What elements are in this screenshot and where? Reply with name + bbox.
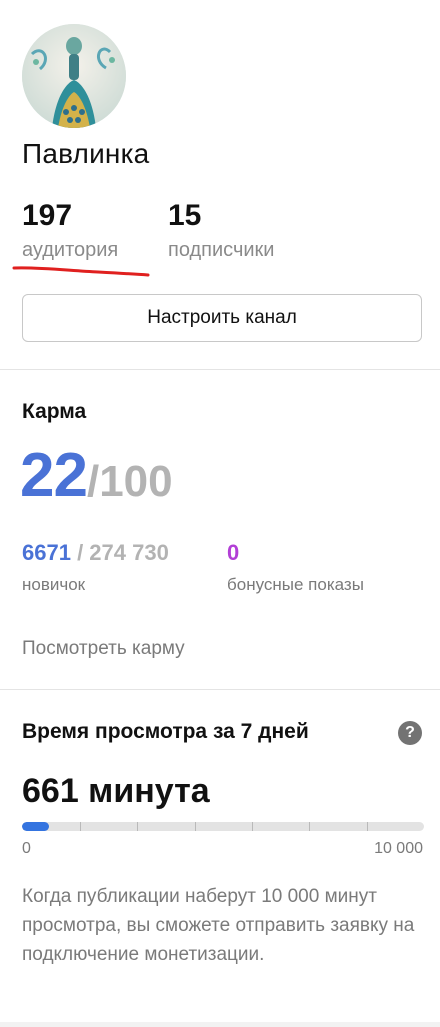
scale-min: 0 <box>22 840 31 857</box>
watch-minutes: 661 минута <box>22 772 210 810</box>
red-underline-annotation <box>12 266 150 277</box>
watch-time-progress-bar <box>22 822 424 831</box>
divider <box>0 369 440 370</box>
karma-max: /100 <box>86 457 173 506</box>
setup-channel-button[interactable]: Настроить канал <box>22 294 422 342</box>
view-karma-link[interactable]: Посмотреть карму <box>22 638 185 660</box>
watch-time-progress-fill <box>22 822 49 831</box>
scale-max: 10 000 <box>374 840 423 857</box>
avatar[interactable] <box>22 24 126 128</box>
audience-count: 197 <box>22 199 73 232</box>
channel-name: Павлинка <box>22 138 150 169</box>
bonus-impressions-value: 0 <box>227 540 240 565</box>
bar-tick <box>80 822 81 831</box>
karma-progress-total: / 274 730 <box>70 540 169 565</box>
karma-title: Карма <box>22 400 87 423</box>
karma-value: 22 <box>20 441 88 510</box>
bar-tick <box>309 822 310 831</box>
channel-panel: Павлинка 197 аудитория 15 подписчики Нас… <box>0 0 440 1022</box>
bar-tick <box>252 822 253 831</box>
karma-level-label: новичок <box>22 575 86 594</box>
bar-tick <box>137 822 138 831</box>
divider <box>0 689 440 690</box>
bar-tick <box>367 822 368 831</box>
watch-time-title: Время просмотра за 7 дней <box>22 720 309 743</box>
karma-progress: 6671 / 274 730 <box>22 540 169 566</box>
subscribers-label: подписчики <box>168 239 275 261</box>
help-icon[interactable]: ? <box>398 721 422 745</box>
karma-score: 22/100 <box>20 440 173 511</box>
bonus-impressions-label: бонусные показы <box>227 575 364 594</box>
subscribers-count: 15 <box>168 199 202 232</box>
karma-progress-current: 6671 <box>22 540 71 565</box>
avatar-image <box>22 24 126 128</box>
bar-tick <box>195 822 196 831</box>
monetization-note: Когда публикации наберут 10 000 минут пр… <box>22 886 415 965</box>
